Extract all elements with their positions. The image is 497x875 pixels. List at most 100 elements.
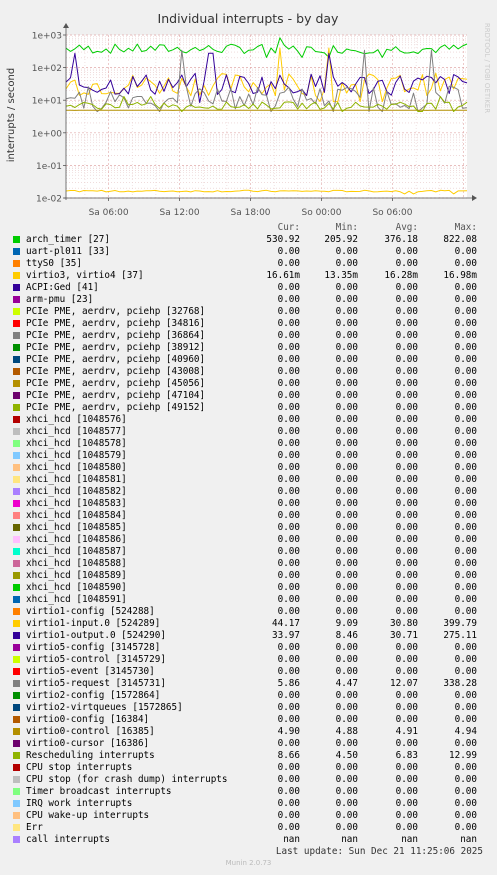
- header-max: Max:: [454, 222, 477, 233]
- legend-item: Rescheduling interrupts 8.66 4.50 6.83 12.99: [0, 750, 497, 762]
- legend-label: PCIe PME, aerdrv, pciehp [43008]: [26, 366, 206, 377]
- legend-min-value: 4.88: [335, 726, 358, 737]
- legend-avg-value: 376.18: [384, 234, 418, 245]
- legend-max-value: 0.00: [454, 822, 477, 833]
- legend-avg-value: 4.91: [395, 726, 418, 737]
- legend-max-value: 0.00: [454, 330, 477, 341]
- legend-label: xhci_hcd [1048590]: [26, 582, 127, 593]
- legend-max-value: 0.00: [454, 606, 477, 617]
- legend-label: xhci_hcd [1048582]: [26, 486, 127, 497]
- legend-swatch: [13, 632, 20, 639]
- legend-item: xhci_hcd [1048576] 0.00 0.00 0.00 0.00: [0, 414, 497, 426]
- legend-cur-value: 0.00: [277, 390, 300, 401]
- legend-cur-value: 0.00: [277, 810, 300, 821]
- legend-min-value: 0.00: [335, 582, 358, 593]
- legend-min-value: 0.00: [335, 246, 358, 257]
- legend-min-value: 0.00: [335, 354, 358, 365]
- legend-avg-value: 0.00: [395, 246, 418, 257]
- legend-avg-value: 0.00: [395, 546, 418, 557]
- legend-max-value: 0.00: [454, 354, 477, 365]
- legend-item: virtio2-config [1572864] 0.00 0.00 0.00 0.00: [0, 690, 497, 702]
- legend-item: virtio2-virtqueues [1572865] 0.00 0.00 0.00…: [0, 702, 497, 714]
- legend-label: xhci_hcd [1048578]: [26, 438, 127, 449]
- legend-item: PCIe PME, aerdrv, pciehp [38912] 0.00 0.00…: [0, 342, 497, 354]
- legend-header: Cur: Min: Avg: Max:: [0, 222, 497, 234]
- legend-swatch: [13, 380, 20, 387]
- legend-avg-value: 12.07: [390, 678, 418, 689]
- legend-cur-value: 0.00: [277, 606, 300, 617]
- y-tick-label: 1e-02: [36, 195, 62, 205]
- legend-min-value: 0.00: [335, 510, 358, 521]
- legend-min-value: 0.00: [335, 786, 358, 797]
- legend-label: virtio5-control [3145729]: [26, 654, 166, 665]
- x-tick-label: Sa 18:00: [231, 208, 271, 218]
- legend-min-value: 0.00: [335, 810, 358, 821]
- legend-max-value: 0.00: [454, 342, 477, 353]
- legend-cur-value: 0.00: [277, 318, 300, 329]
- legend-swatch: [13, 716, 20, 723]
- legend-min-value: 0.00: [335, 390, 358, 401]
- legend-avg-value: 30.80: [390, 618, 418, 629]
- chart: Individual interrupts - by day interrupt…: [6, 11, 491, 218]
- legend-swatch: [13, 656, 20, 663]
- legend-item: PCIe PME, aerdrv, pciehp [47104] 0.00 0.00…: [0, 390, 497, 402]
- legend-swatch: [13, 416, 20, 423]
- legend-max-value: 0.00: [454, 642, 477, 653]
- legend-label: virtio5-request [3145731]: [26, 678, 166, 689]
- legend-max-value: 0.00: [454, 426, 477, 437]
- legend-max-value: 0.00: [454, 810, 477, 821]
- legend-swatch: [13, 464, 20, 471]
- legend-label: xhci_hcd [1048579]: [26, 450, 127, 461]
- legend-swatch: [13, 524, 20, 531]
- legend-cur-value: 0.00: [277, 786, 300, 797]
- legend-max-value: 0.00: [454, 654, 477, 665]
- legend-max-value: 0.00: [454, 738, 477, 749]
- legend-cur-value: 0.00: [277, 462, 300, 473]
- legend-item: virtio0-control [16385] 4.90 4.88 4.91 4.94: [0, 726, 497, 738]
- legend-item: ACPI:Ged [41] 0.00 0.00 0.00 0.00: [0, 282, 497, 294]
- legend-max-value: 0.00: [454, 498, 477, 509]
- legend-cur-value: 0.00: [277, 402, 300, 413]
- y-axis-label: interrupts / second: [6, 68, 17, 162]
- legend-label: virtio1-config [524288]: [26, 606, 155, 617]
- legend-min-value: 0.00: [335, 366, 358, 377]
- legend-label: arm-pmu [23]: [26, 294, 94, 305]
- legend-item: virtio1-input.0 [524289] 44.17 9.09 30.80 39…: [0, 618, 497, 630]
- legend-cur-value: 5.86: [277, 678, 300, 689]
- header-avg: Avg:: [395, 222, 418, 233]
- legend-item: xhci_hcd [1048583] 0.00 0.00 0.00 0.00: [0, 498, 497, 510]
- legend-avg-value: 0.00: [395, 534, 418, 545]
- legend-item: PCIe PME, aerdrv, pciehp [34816] 0.00 0.00…: [0, 318, 497, 330]
- legend-max-value: 275.11: [443, 630, 477, 641]
- legend-cur-value: 0.00: [277, 654, 300, 665]
- legend-avg-value: 0.00: [395, 774, 418, 785]
- legend-cur-value: 530.92: [266, 234, 300, 245]
- legend-swatch: [13, 728, 20, 735]
- legend-label: Timer broadcast interrupts: [26, 786, 172, 797]
- legend-swatch: [13, 740, 20, 747]
- legend-avg-value: 0.00: [395, 498, 418, 509]
- legend-item: PCIe PME, aerdrv, pciehp [45056] 0.00 0.00…: [0, 378, 497, 390]
- legend-min-value: 0.00: [335, 762, 358, 773]
- legend-item: xhci_hcd [1048581] 0.00 0.00 0.00 0.00: [0, 474, 497, 486]
- legend-avg-value: 0.00: [395, 402, 418, 413]
- legend-max-value: 822.08: [443, 234, 477, 245]
- legend-max-value: 12.99: [449, 750, 477, 761]
- legend-swatch: [13, 476, 20, 483]
- y-tick-label: 1e+02: [32, 64, 62, 74]
- legend-label: PCIe PME, aerdrv, pciehp [32768]: [26, 306, 206, 317]
- legend-label: xhci_hcd [1048585]: [26, 522, 127, 533]
- legend-swatch: [13, 392, 20, 399]
- legend-avg-value: 0.00: [395, 258, 418, 269]
- legend-label: xhci_hcd [1048577]: [26, 426, 127, 437]
- legend-cur-value: 0.00: [277, 438, 300, 449]
- legend-min-value: 0.00: [335, 738, 358, 749]
- legend-cur-value: 0.00: [277, 666, 300, 677]
- legend-cur-value: 8.66: [277, 750, 300, 761]
- legend-label: virtio5-config [3145728]: [26, 642, 161, 653]
- legend-cur-value: 44.17: [272, 618, 300, 629]
- legend-min-value: 0.00: [335, 594, 358, 605]
- header-min: Min:: [335, 222, 358, 233]
- legend-max-value: 0.00: [454, 546, 477, 557]
- legend-label: xhci_hcd [1048588]: [26, 558, 127, 569]
